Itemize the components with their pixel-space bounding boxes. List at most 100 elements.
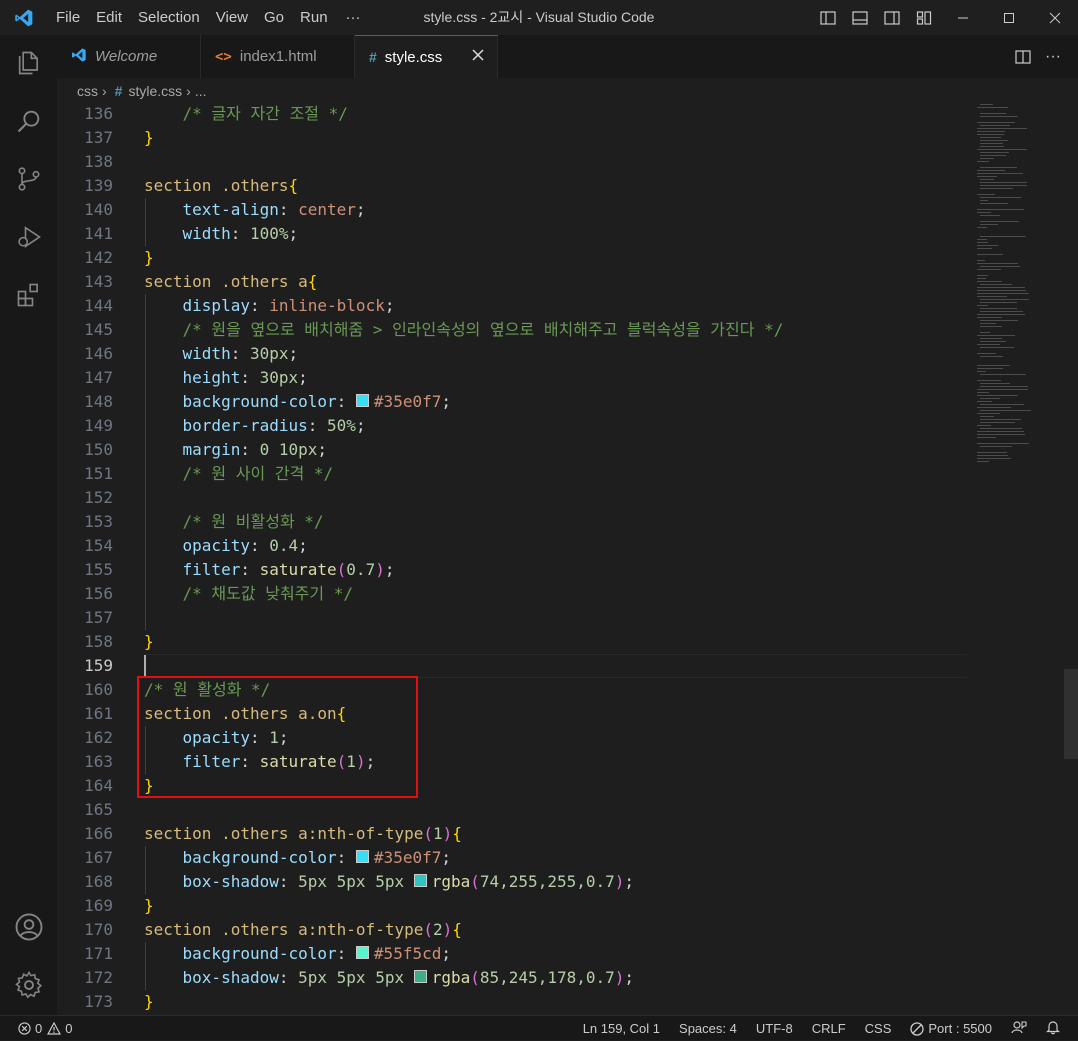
problems-indicator[interactable]: 0 0 (18, 1021, 72, 1036)
vscode-logo-icon[interactable] (0, 0, 48, 35)
menu-file[interactable]: File (48, 0, 88, 35)
menu-run[interactable]: Run (292, 0, 336, 35)
code-line[interactable]: 158} (57, 630, 967, 654)
code-line[interactable]: 143 section .others a{ (57, 270, 967, 294)
code-line[interactable]: 171 background-color: #55f5cd; (57, 942, 967, 966)
code-line[interactable]: 155 filter: saturate(0.7); (57, 558, 967, 582)
code-line[interactable]: 150 margin: 0 10px; (57, 438, 967, 462)
color-swatch-icon[interactable] (355, 394, 369, 407)
tab-style-css[interactable]: # style.css (355, 35, 498, 78)
code-line[interactable]: 157 (57, 606, 967, 630)
settings-gear-icon[interactable] (0, 961, 57, 1009)
menu-edit[interactable]: Edit (88, 0, 130, 35)
code-line[interactable]: 159 (57, 654, 967, 678)
code-line[interactable]: 138 (57, 150, 967, 174)
customize-layout-icon[interactable] (908, 0, 940, 35)
menu-selection[interactable]: Selection (130, 0, 208, 35)
end-of-line[interactable]: CRLF (812, 1021, 846, 1036)
color-swatch-icon[interactable] (355, 850, 369, 863)
code-token: text-align (182, 200, 279, 219)
code-text: section .others a:nth-of-type(1){ (144, 822, 462, 846)
code-token: ; (288, 224, 299, 243)
more-actions-icon[interactable]: ··· (1038, 48, 1068, 66)
code-line[interactable]: 137} (57, 126, 967, 150)
search-icon[interactable] (0, 97, 57, 145)
code-line[interactable]: 156 /* 채도값 낮춰주기 */ (57, 582, 967, 606)
code-line[interactable]: 167 background-color: #35e0f7; (57, 846, 967, 870)
code-line[interactable]: 170 section .others a:nth-of-type(2){ (57, 918, 967, 942)
code-line[interactable]: 173} (57, 990, 967, 1014)
code-text: section .others{ (144, 174, 298, 198)
close-window-icon[interactable] (1032, 0, 1078, 35)
tab-welcome[interactable]: Welcome (57, 35, 201, 78)
notifications-bell-icon[interactable] (1046, 1020, 1060, 1038)
source-control-icon[interactable] (0, 155, 57, 203)
minimap-line (977, 281, 1002, 282)
code-text: } (144, 246, 154, 270)
color-swatch-icon[interactable] (355, 946, 369, 959)
code-line[interactable]: 169} (57, 894, 967, 918)
color-swatch-icon[interactable] (413, 874, 427, 887)
code-line[interactable]: 144 display: inline-block; (57, 294, 967, 318)
extensions-icon[interactable] (0, 271, 57, 319)
split-editor-icon[interactable] (1008, 49, 1038, 65)
minimap-line (980, 137, 1001, 138)
minimap-line (977, 293, 1029, 294)
menu-go[interactable]: Go (256, 0, 292, 35)
breadcrumb-folder[interactable]: css (77, 83, 98, 99)
code-line[interactable]: 168 box-shadow: 5px 5px 5px rgba(74,255,… (57, 870, 967, 894)
toggle-primary-sidebar-icon[interactable] (812, 0, 844, 35)
code-line[interactable]: 142} (57, 246, 967, 270)
code-line[interactable]: 146 width: 30px; (57, 342, 967, 366)
code-line[interactable]: 136 /* 글자 자간 조절 */ (57, 104, 967, 126)
minimap-line (980, 446, 1012, 447)
code-line[interactable]: 141 width: 100%; (57, 222, 967, 246)
color-swatch-icon[interactable] (413, 970, 427, 983)
code-token: 50% (327, 416, 356, 435)
code-token: 0.7 (346, 560, 376, 579)
feedback-icon[interactable] (1011, 1020, 1027, 1037)
minimap[interactable] (975, 104, 1065, 474)
code-line[interactable]: 145 /* 원을 옆으로 배치해줌 > 인라인속성의 옆으로 배치해주고 블럭… (57, 318, 967, 342)
language-mode[interactable]: CSS (865, 1021, 892, 1036)
toggle-panel-icon[interactable] (844, 0, 876, 35)
encoding[interactable]: UTF-8 (756, 1021, 793, 1036)
menu-bar: File Edit Selection View Go Run ··· (48, 0, 371, 35)
live-server-port[interactable]: Port : 5500 (910, 1021, 992, 1036)
breadcrumb-file[interactable]: style.css (128, 83, 182, 99)
code-line[interactable]: 148 background-color: #35e0f7; (57, 390, 967, 414)
code-token: ; (624, 872, 635, 891)
scrollbar-thumb[interactable] (1064, 669, 1078, 759)
toggle-secondary-sidebar-icon[interactable] (876, 0, 908, 35)
code-line[interactable]: 172 box-shadow: 5px 5px 5px rgba(85,245,… (57, 966, 967, 990)
cursor-position[interactable]: Ln 159, Col 1 (583, 1021, 660, 1036)
code-line[interactable]: 139 section .others{ (57, 174, 967, 198)
editor-tabs: Welcome <> index1.html # style.css ··· (57, 35, 1078, 78)
minimize-icon[interactable] (940, 0, 986, 35)
code-line[interactable]: 166 section .others a:nth-of-type(1){ (57, 822, 967, 846)
code-line[interactable]: 165 (57, 798, 967, 822)
close-tab-icon[interactable] (471, 48, 485, 66)
code-line[interactable]: 151 /* 원 사이 간격 */ (57, 462, 967, 486)
indentation[interactable]: Spaces: 4 (679, 1021, 737, 1036)
code-line[interactable]: 140 text-align: center; (57, 198, 967, 222)
menu-more[interactable]: ··· (336, 0, 371, 35)
code-line[interactable]: 152 (57, 486, 967, 510)
code-line[interactable]: 147 height: 30px; (57, 366, 967, 390)
breadcrumb-symbols[interactable]: ... (195, 83, 207, 99)
tab-index1-html[interactable]: <> index1.html (201, 35, 355, 78)
menu-view[interactable]: View (208, 0, 256, 35)
code-line[interactable]: 149 border-radius: 50%; (57, 414, 967, 438)
accounts-icon[interactable] (0, 903, 57, 951)
code-line[interactable]: 153 /* 원 비활성화 */ (57, 510, 967, 534)
explorer-icon[interactable] (0, 39, 57, 87)
maximize-icon[interactable] (986, 0, 1032, 35)
code-editor[interactable]: 136 /* 글자 자간 조절 */137} 138 139 section .oth… (57, 104, 1078, 1015)
run-debug-icon[interactable] (0, 213, 57, 261)
code-token: 5px 5px 5px (298, 872, 414, 891)
vertical-scrollbar[interactable] (1064, 104, 1078, 1015)
code-line[interactable]: 154 opacity: 0.4; (57, 534, 967, 558)
